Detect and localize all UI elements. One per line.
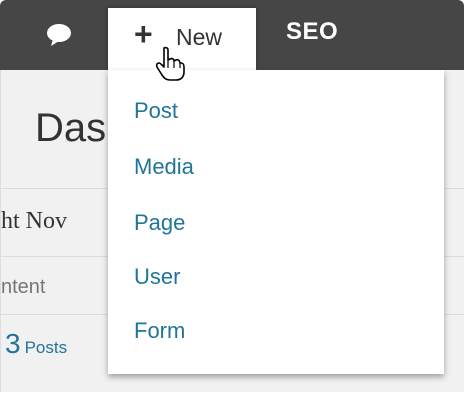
right-now-heading: ht Nov [1,208,67,234]
content-label: ntent [1,276,46,298]
menu-item-post[interactable]: Post [134,98,178,124]
plus-icon: + [134,16,153,52]
menu-item-user[interactable]: User [134,264,180,290]
posts-count: 3 [5,328,21,359]
menu-item-form[interactable]: Form [134,318,185,344]
new-content-dropdown: Post Media Page User Form [108,70,444,374]
comments-button[interactable] [44,22,74,48]
posts-count-link[interactable]: 3 Posts [5,328,67,360]
hand-cursor-icon [155,46,185,81]
posts-label: Posts [24,338,68,357]
page-title: Das [35,106,107,150]
menu-item-page[interactable]: Page [134,210,185,236]
seo-menu[interactable]: SEO [286,18,338,46]
speech-bubble-icon [47,24,71,46]
menu-item-media[interactable]: Media [134,154,194,180]
window-edge [464,0,476,394]
